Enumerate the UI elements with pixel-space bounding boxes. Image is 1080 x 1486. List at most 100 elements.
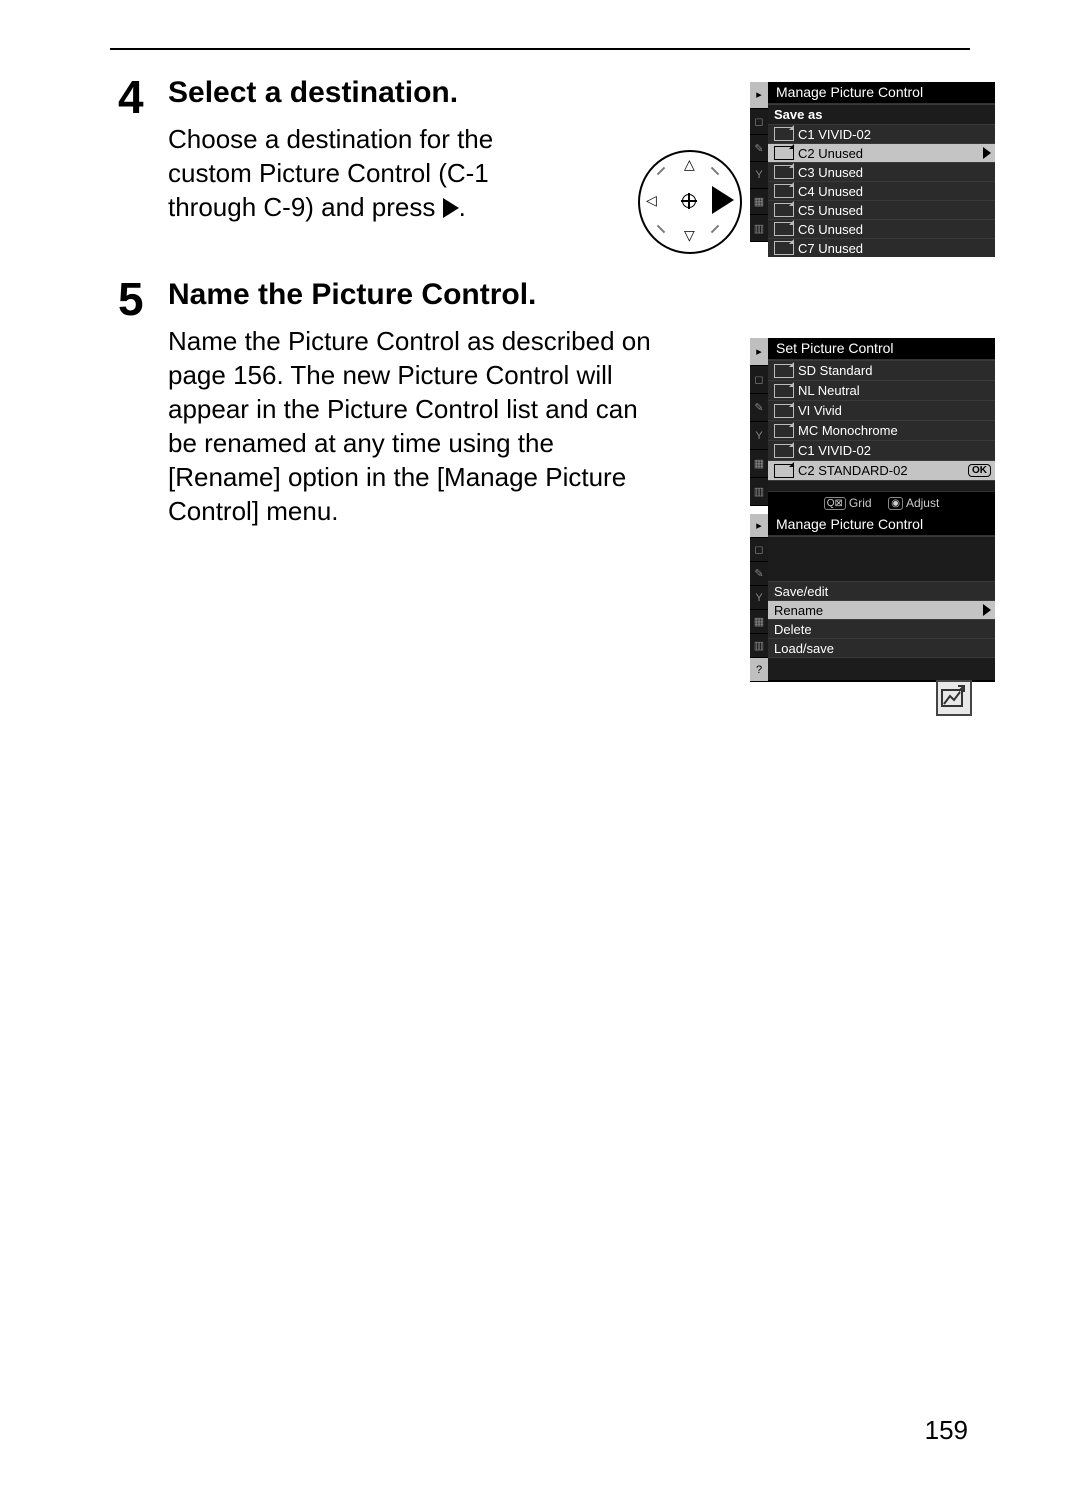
sidebar-y-icon: Y	[750, 422, 768, 450]
lcd-row-label: C2 STANDARD-02	[798, 463, 908, 478]
sidebar-y-icon: Y	[750, 162, 768, 189]
lcd-set-picture-control: ▸ ◻ ✎ Y ▦ ▥ Set Picture Control SD Stand…	[750, 338, 995, 506]
picture-control-preset-icon	[774, 364, 794, 378]
lcd-row-label: Delete	[774, 622, 812, 637]
lcd-row-label: VI Vivid	[798, 403, 842, 418]
up-arrow-icon: △	[684, 156, 695, 173]
lcd-row: Save/edit	[768, 581, 995, 600]
sidebar-pencil-icon: ✎	[750, 394, 768, 422]
lcd-footer: Q⊠Grid ◉Adjust	[768, 491, 995, 515]
lcd-row: C1 VIVID-02	[768, 124, 995, 143]
lcd-row: C6 Unused	[768, 219, 995, 238]
lcd-row: C5 Unused	[768, 200, 995, 219]
picture-control-preset-icon	[774, 127, 794, 141]
lcd-row: C4 Unused	[768, 181, 995, 200]
picture-control-preset-icon	[774, 222, 794, 236]
sidebar-pencil-icon: ✎	[750, 135, 768, 162]
lcd-row: C1 VIVID-02	[768, 440, 995, 460]
sidebar-play-icon: ▸	[750, 82, 768, 109]
footer-adjust-label: Adjust	[906, 496, 939, 510]
lcd-sidebar: ▸ ◻ ✎ Y ▦ ▥	[750, 338, 768, 506]
chevron-right-icon	[983, 604, 991, 616]
footer-grid-label: Grid	[849, 496, 872, 510]
lcd-row: Rename	[768, 600, 995, 619]
step4-text-post: .	[459, 192, 466, 222]
sidebar-camera-icon: ◻	[750, 538, 768, 562]
adjust-button-icon: ◉	[888, 497, 903, 510]
lcd-title: Set Picture Control	[768, 338, 995, 360]
lcd-row-label: C1 VIVID-02	[798, 443, 871, 458]
lcd-row: VI Vivid	[768, 400, 995, 420]
picture-control-preset-icon	[774, 404, 794, 418]
lcd-sidebar: ▸ ◻ ✎ Y ▦ ▥	[750, 82, 768, 242]
right-arrow-icon	[443, 198, 459, 218]
lcd-row-label: C6 Unused	[798, 222, 863, 237]
lcd-row-label: C2 Unused	[798, 146, 863, 161]
left-arrow-icon: ◁	[646, 192, 657, 209]
chevron-right-icon	[983, 147, 991, 159]
sidebar-retouch-icon: ▦	[750, 610, 768, 634]
sidebar-play-icon: ▸	[750, 514, 768, 538]
lcd-manage-saveas: ▸ ◻ ✎ Y ▦ ▥ Manage Picture Control Save …	[750, 82, 995, 242]
lcd-row-label: C5 Unused	[798, 203, 863, 218]
lcd-title: Manage Picture Control	[768, 82, 995, 104]
lcd-row: Delete	[768, 619, 995, 638]
page-number: 159	[925, 1415, 968, 1446]
sidebar-y-icon: Y	[750, 586, 768, 610]
lcd-row: C2 STANDARD-02 OK	[768, 460, 995, 480]
lcd-row: Load/save	[768, 638, 995, 657]
picture-control-preset-icon	[774, 464, 794, 478]
lcd-manage-menu: ▸ ◻ ✎ Y ▦ ▥ ? Manage Picture Control Sav…	[750, 514, 995, 682]
lcd-row-label: Rename	[774, 603, 823, 618]
right-solid-arrow-icon	[712, 186, 734, 214]
multi-selector-icon: △ ▽ ◁	[638, 150, 738, 250]
lcd-sidebar: ▸ ◻ ✎ Y ▦ ▥ ?	[750, 514, 768, 682]
lcd-row-label: Load/save	[774, 641, 834, 656]
sidebar-recent-icon: ▥	[750, 634, 768, 658]
lcd-row-label: C4 Unused	[798, 184, 863, 199]
picture-control-preset-icon	[774, 184, 794, 198]
top-rule	[110, 48, 970, 50]
lcd-subtitle: Save as	[768, 104, 995, 124]
lcd-row-label: C1 VIVID-02	[798, 127, 871, 142]
picture-control-preset-icon	[774, 241, 794, 255]
ok-badge-icon: OK	[968, 464, 991, 477]
picture-control-preset-icon	[774, 146, 794, 160]
lcd-row-label: NL Neutral	[798, 383, 860, 398]
picture-control-preset-icon	[774, 384, 794, 398]
picture-control-preset-icon	[774, 165, 794, 179]
sidebar-pencil-icon: ✎	[750, 562, 768, 586]
section-tab-picture-control-icon	[936, 680, 972, 716]
picture-control-preset-icon	[774, 444, 794, 458]
grid-button-icon: Q⊠	[824, 497, 846, 510]
lcd-row: C7 Unused	[768, 238, 995, 257]
lcd-row-label: C3 Unused	[798, 165, 863, 180]
sidebar-retouch-icon: ▦	[750, 189, 768, 216]
sidebar-help-icon: ?	[750, 658, 768, 682]
picture-control-preset-icon	[774, 203, 794, 217]
step-heading: Name the Picture Control.	[168, 278, 536, 312]
step-body: Name the Picture Control as described on…	[168, 324, 658, 528]
lcd-row: MC Monochrome	[768, 420, 995, 440]
sidebar-recent-icon: ▥	[750, 478, 768, 506]
lcd-row-label: MC Monochrome	[798, 423, 898, 438]
sidebar-camera-icon: ◻	[750, 366, 768, 394]
lcd-row-label: C7 Unused	[798, 241, 863, 256]
lcd-row-label: SD Standard	[798, 363, 872, 378]
manual-page: 4 Select a destination. Choose a destina…	[0, 0, 1080, 1486]
center-ok-icon	[682, 194, 696, 208]
step-heading: Select a destination.	[168, 76, 458, 110]
sidebar-recent-icon: ▥	[750, 215, 768, 242]
sidebar-retouch-icon: ▦	[750, 450, 768, 478]
lcd-row: SD Standard	[768, 360, 995, 380]
step-number: 5	[118, 272, 144, 326]
step-body: Choose a destination for the custom Pict…	[168, 122, 538, 224]
lcd-row: C2 Unused	[768, 143, 995, 162]
step-number: 4	[118, 70, 144, 124]
lcd-row-label: Save/edit	[774, 584, 828, 599]
lcd-row: NL Neutral	[768, 380, 995, 400]
lcd-title: Manage Picture Control	[768, 514, 995, 536]
down-arrow-icon: ▽	[684, 227, 695, 244]
lcd-row: C3 Unused	[768, 162, 995, 181]
sidebar-camera-icon: ◻	[750, 109, 768, 136]
